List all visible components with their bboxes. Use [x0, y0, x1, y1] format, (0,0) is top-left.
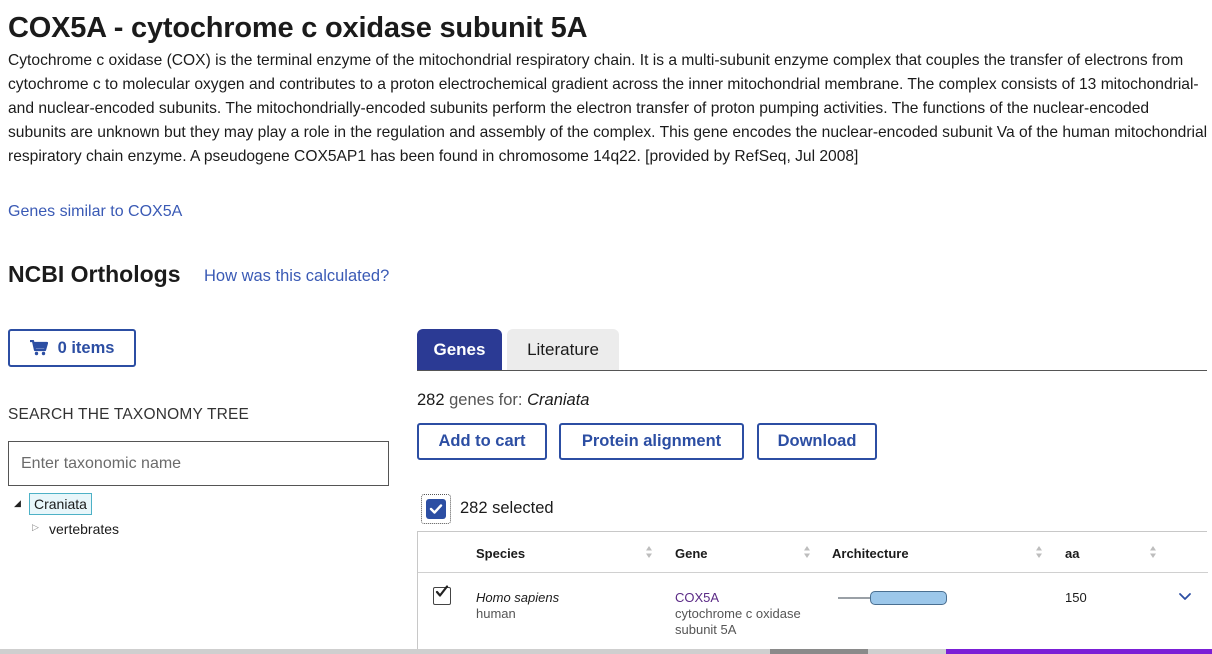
orthologs-heading: NCBI Orthologs — [8, 261, 181, 287]
genes-count-number: 282 — [417, 391, 445, 409]
check-icon — [429, 504, 443, 514]
gene-summary: Cytochrome c oxidase (COX) is the termin… — [8, 52, 1208, 165]
aa-length: 150 — [1065, 590, 1087, 605]
chevron-down-icon[interactable] — [1178, 592, 1192, 602]
genes-count: 282 genes for: Craniata — [417, 391, 589, 410]
column-header-gene[interactable]: Gene — [675, 546, 708, 561]
tree-expand-icon[interactable]: ▷ — [32, 522, 39, 533]
similar-genes-link[interactable]: Genes similar to COX5A — [8, 203, 182, 221]
species-common-name: human — [476, 606, 516, 621]
cart-button[interactable]: 0 items — [8, 329, 136, 367]
column-header-architecture[interactable]: Architecture — [832, 546, 909, 561]
checkbox-checked — [426, 499, 446, 519]
species-name: Homo sapiens — [476, 590, 560, 605]
genes-count-text: genes for: — [449, 391, 523, 409]
gene-symbol-link[interactable]: COX5A — [675, 590, 719, 605]
tab-genes[interactable]: Genes — [417, 329, 502, 371]
orthologs-table: Species Gene Architecture aa Homo sapien… — [417, 531, 1208, 654]
header-divider — [418, 572, 1208, 573]
cart-label: 0 items — [57, 338, 115, 357]
row-checkbox[interactable] — [433, 585, 451, 605]
tab-divider — [417, 370, 1207, 371]
selected-count: 282 selected — [460, 499, 554, 517]
download-button[interactable]: Download — [757, 423, 877, 460]
page-title: COX5A - cytochrome c oxidase subunit 5A — [8, 12, 588, 44]
taxonomy-heading: SEARCH THE TAXONOMY TREE — [8, 406, 250, 423]
sort-icon[interactable] — [1149, 544, 1157, 560]
genes-count-taxon: Craniata — [527, 391, 590, 409]
add-to-cart-button[interactable]: Add to cart — [417, 423, 547, 460]
horizontal-scrollbar[interactable] — [0, 649, 1212, 654]
tab-literature[interactable]: Literature — [507, 329, 619, 371]
sort-icon[interactable] — [803, 544, 811, 560]
protein-alignment-button[interactable]: Protein alignment — [559, 423, 744, 460]
architecture-domain[interactable] — [870, 591, 947, 605]
sort-icon[interactable] — [1035, 544, 1043, 560]
select-all-checkbox[interactable] — [421, 494, 451, 524]
tree-collapse-icon[interactable]: ◢ — [14, 498, 21, 509]
scrollbar-segment — [770, 649, 868, 654]
how-calculated-link[interactable]: How was this calculated? — [204, 267, 389, 286]
column-header-aa[interactable]: aa — [1065, 546, 1079, 561]
tree-node-craniata[interactable]: Craniata — [29, 493, 92, 515]
gene-description: cytochrome c oxidase subunit 5A — [675, 606, 801, 637]
taxonomy-search-input[interactable] — [8, 441, 389, 486]
cart-icon — [29, 340, 48, 356]
tree-node-vertebrates[interactable]: vertebrates — [49, 521, 119, 537]
scrollbar-segment — [946, 649, 1212, 654]
check-icon — [435, 585, 449, 597]
sort-icon[interactable] — [645, 544, 653, 560]
column-header-species[interactable]: Species — [476, 546, 525, 561]
